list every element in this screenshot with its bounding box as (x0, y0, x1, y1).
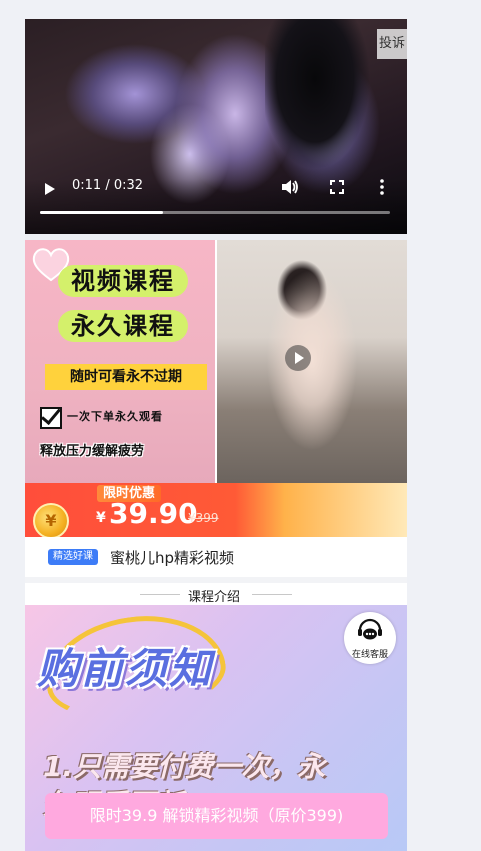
banner-pill-video-course: 视频课程 (58, 265, 188, 297)
banner-check-row: 一次下单永久观看 (40, 404, 210, 429)
banner-relax-text: 释放压力缓解疲劳 (40, 444, 145, 459)
video-progress-bar[interactable] (40, 211, 390, 214)
video-progress-fill (40, 211, 163, 214)
more-options-icon[interactable] (379, 179, 385, 195)
video-time: 0:11 / 0:32 (72, 178, 144, 193)
course-title-row: 精选好课 蜜桃儿hp精彩视频 (25, 537, 407, 577)
section-line-right (252, 594, 292, 595)
section-line-left (140, 594, 180, 595)
play-circle-icon[interactable] (285, 345, 311, 371)
online-service-label: 在线客服 (351, 650, 388, 660)
video-frame-shadow (265, 19, 375, 179)
coin-icon: ¥ (33, 503, 69, 537)
promo-bar: ¥ 限时优惠 ¥ 39.90 ¥399 (25, 483, 407, 537)
banner-left-panel: 视频课程 永久课程 随时可看永不过期 一次下单永久观看 释放压力缓解疲劳 (25, 240, 215, 483)
banner-pill-permanent-course: 永久课程 (58, 310, 188, 342)
chat-bubble-icon (358, 618, 382, 640)
price: 39.90 (109, 497, 198, 530)
featured-badge: 精选好课 (48, 549, 98, 565)
volume-icon[interactable] (281, 179, 299, 195)
page: 投诉 0:11 / 0:32 视频课程 永久课程 随时可看永不过期 一次下单永久… (25, 19, 407, 851)
online-service-button[interactable]: 在线客服 (344, 612, 396, 664)
banner-strip: 随时可看永不过期 (45, 364, 207, 390)
notice-line-1: 1.只需要付费一次，永 (43, 750, 326, 783)
course-title: 蜜桃儿hp精彩视频 (110, 549, 235, 567)
banner-check-text: 一次下单永久观看 (67, 410, 163, 423)
fullscreen-icon[interactable] (330, 180, 344, 194)
notice-heading: 购前须知 (37, 644, 214, 693)
course-banner[interactable]: 视频课程 永久课程 随时可看永不过期 一次下单永久观看 释放压力缓解疲劳 (25, 240, 407, 483)
play-icon[interactable] (45, 183, 55, 195)
section-title: 课程介绍 (188, 590, 241, 605)
unlock-video-button[interactable]: 限时39.9 解锁精彩视频（原价399) (45, 793, 388, 839)
price-currency: ¥ (96, 510, 106, 526)
original-price: ¥399 (188, 511, 219, 525)
section-header: 课程介绍 (25, 583, 407, 605)
video-player[interactable]: 投诉 0:11 / 0:32 (25, 19, 407, 234)
report-button[interactable]: 投诉 (377, 29, 407, 59)
banner-photo (217, 240, 407, 483)
checkbox-icon (40, 404, 62, 429)
